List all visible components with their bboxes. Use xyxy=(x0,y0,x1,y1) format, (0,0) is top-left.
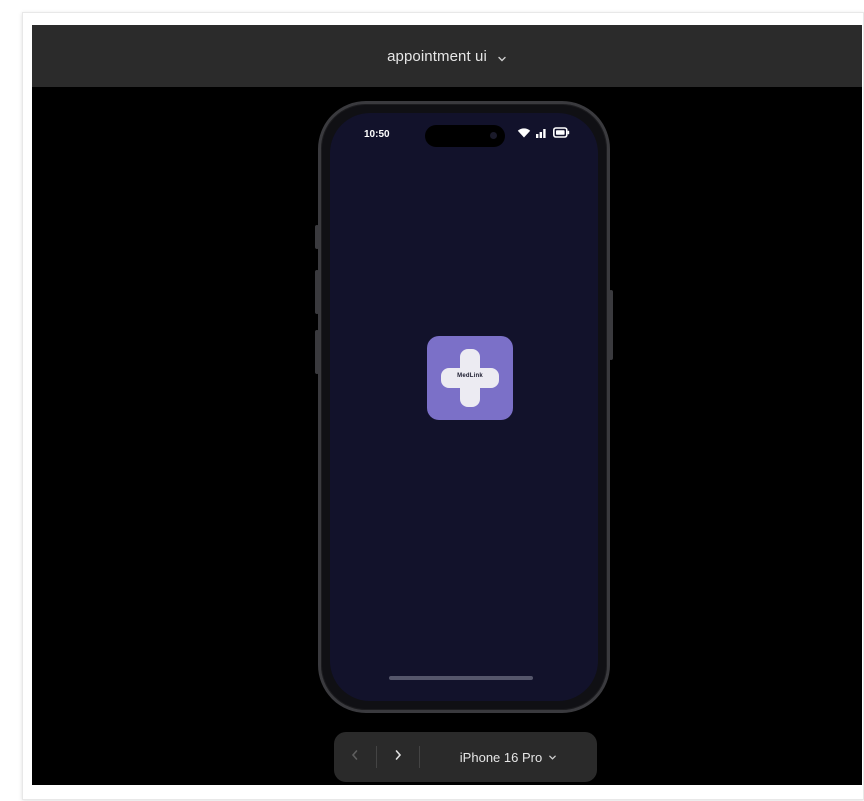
forward-button[interactable] xyxy=(377,732,419,782)
chevron-left-icon xyxy=(350,748,360,766)
phone-screen: 10:50 MedLink xyxy=(330,113,598,701)
device-toolbar: iPhone 16 Pro xyxy=(334,732,597,782)
logo-text: MedLink xyxy=(457,373,483,379)
preview-window: appointment ui 10:50 MedLink iPhone 16 P… xyxy=(32,25,862,785)
back-button[interactable] xyxy=(334,732,376,782)
iphone-device-frame: 10:50 MedLink xyxy=(318,101,610,713)
dynamic-island xyxy=(425,125,505,147)
status-icons xyxy=(517,127,570,138)
app-splash-logo: MedLink xyxy=(427,336,513,420)
home-indicator[interactable] xyxy=(389,676,533,680)
battery-icon xyxy=(553,127,570,138)
chevron-down-icon xyxy=(548,750,557,765)
status-time: 10:50 xyxy=(364,129,390,140)
camera-icon xyxy=(490,132,497,139)
project-title-dropdown[interactable]: appointment ui xyxy=(32,25,862,87)
chevron-right-icon xyxy=(393,748,403,766)
medical-cross-icon: MedLink xyxy=(441,349,499,407)
device-label: iPhone 16 Pro xyxy=(459,749,543,765)
chevron-down-icon xyxy=(497,51,507,62)
cellular-signal-icon xyxy=(536,127,548,138)
wifi-icon xyxy=(517,127,531,138)
device-select-dropdown[interactable]: iPhone 16 Pro xyxy=(420,750,597,765)
project-title: appointment ui xyxy=(387,47,487,65)
